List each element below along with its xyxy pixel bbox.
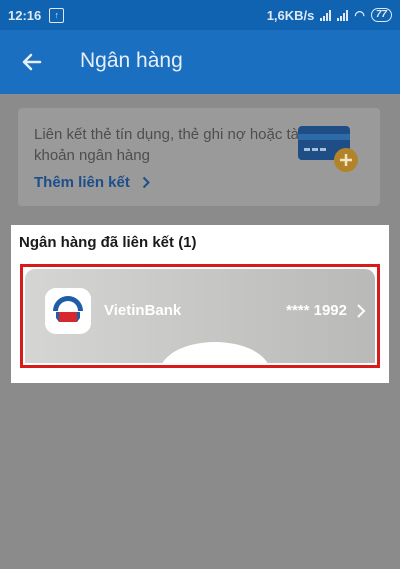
bank-card-background: VietinBank **** 1992 <box>25 269 375 363</box>
page-title: Ngân hàng <box>80 49 183 72</box>
linked-banks-title: Ngân hàng đã liên kết (1) <box>19 234 197 251</box>
wifi-icon: ◠ <box>354 8 365 22</box>
battery-icon: 77 <box>370 8 392 22</box>
status-indicators: 1,6KB/s ◠ 77 <box>267 0 392 30</box>
add-link-label: Thêm liên kết <box>34 174 130 191</box>
bank-card-vietinbank[interactable]: VietinBank **** 1992 <box>20 264 380 368</box>
bank-name: VietinBank <box>104 302 182 319</box>
network-speed: 1,6KB/s <box>266 7 315 23</box>
card-wave-decoration <box>160 342 270 363</box>
content-area: Liên kết thẻ tín dụng, thẻ ghi nợ hoặc t… <box>0 94 400 569</box>
upload-notification-icon: ↑ <box>49 7 65 23</box>
link-bank-card: Liên kết thẻ tín dụng, thẻ ghi nợ hoặc t… <box>18 108 380 206</box>
linked-banks-panel: Ngân hàng đã liên kết (1) VietinBank ***… <box>11 225 389 383</box>
chevron-right-icon <box>357 304 366 318</box>
app-bar: Ngân hàng <box>0 30 400 94</box>
add-link-button[interactable]: Thêm liên kết <box>34 174 150 191</box>
status-time: 12:16 <box>8 7 42 23</box>
signal-icon <box>320 9 332 21</box>
status-bar: 12:16 ↑ 1,6KB/s ◠ 77 <box>0 0 400 30</box>
vietinbank-logo-icon <box>45 288 91 334</box>
link-description: Liên kết thẻ tín dụng, thẻ ghi nợ hoặc t… <box>34 126 303 164</box>
back-arrow-icon[interactable] <box>14 44 50 80</box>
bank-account-number: **** 1992 <box>286 302 347 319</box>
signal-icon-2 <box>337 9 349 21</box>
add-card-icon <box>298 126 358 172</box>
chevron-right-icon <box>142 176 150 189</box>
